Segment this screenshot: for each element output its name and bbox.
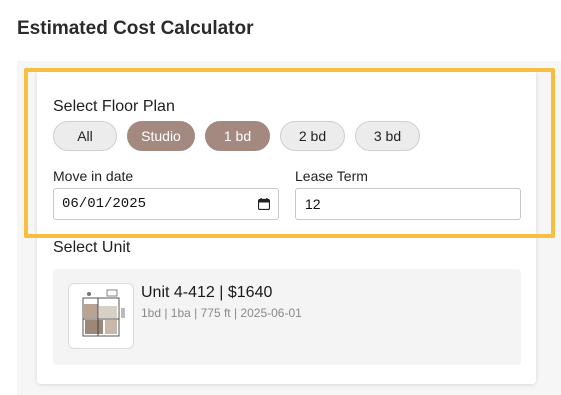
- unit-details: 1bd | 1ba | 775 ft | 2025-06-01: [141, 306, 302, 320]
- page-title: Estimated Cost Calculator: [17, 18, 254, 39]
- select-unit-label: Select Unit: [53, 239, 131, 256]
- highlight-frame: [24, 68, 555, 238]
- floor-plan-thumbnail-icon: [68, 283, 134, 349]
- unit-card[interactable]: Unit 4-412 | $1640 1bd | 1ba | 775 ft | …: [53, 269, 521, 365]
- unit-title: Unit 4-412 | $1640: [141, 284, 273, 301]
- cost-calculator-page: Estimated Cost Calculator Select Floor P…: [0, 0, 561, 395]
